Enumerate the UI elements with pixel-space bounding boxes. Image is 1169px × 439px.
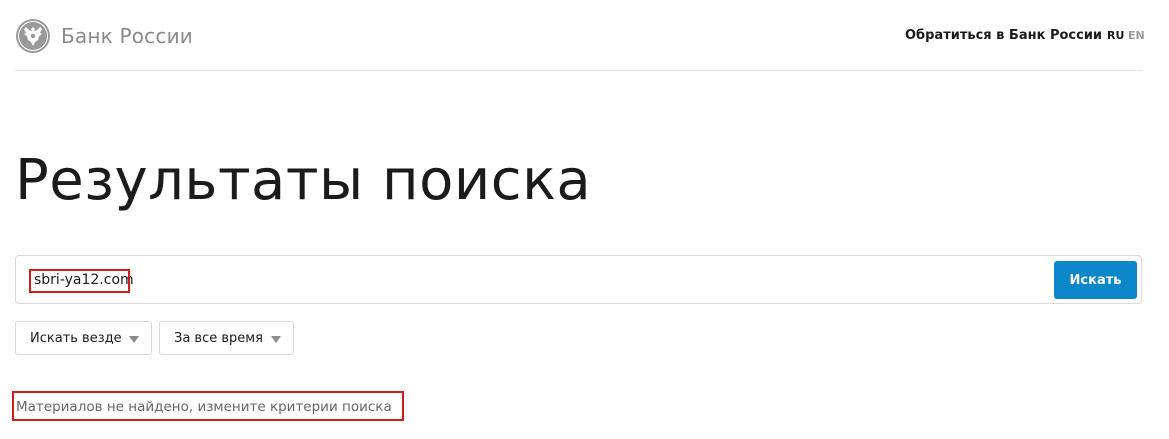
scope-filter-label: Искать везде bbox=[30, 330, 122, 346]
logo-text: Банк России bbox=[61, 24, 193, 48]
no-results-highlight bbox=[12, 391, 404, 421]
lang-ru[interactable]: RU bbox=[1107, 29, 1124, 42]
search-box bbox=[15, 255, 1142, 304]
logo[interactable]: Банк России bbox=[15, 18, 193, 54]
page-title: Результаты поиска bbox=[15, 148, 592, 213]
contact-bank-link[interactable]: Обратиться в Банк России bbox=[905, 28, 1102, 43]
scope-filter-select[interactable]: Искать везде bbox=[15, 321, 152, 355]
chevron-down-icon bbox=[129, 336, 139, 343]
search-button[interactable]: Искать bbox=[1054, 261, 1137, 299]
site-header: Банк России Обратиться в Банк России RU … bbox=[0, 0, 1169, 71]
period-filter-select[interactable]: За все время bbox=[159, 321, 294, 355]
chevron-down-icon bbox=[271, 336, 281, 343]
lang-en[interactable]: EN bbox=[1128, 29, 1145, 42]
double-headed-eagle-icon bbox=[16, 19, 50, 53]
search-value-highlight bbox=[29, 269, 130, 293]
header-divider bbox=[15, 70, 1143, 71]
period-filter-label: За все время bbox=[174, 330, 263, 346]
page: Банк России Обратиться в Банк России RU … bbox=[0, 0, 1169, 439]
search-input[interactable] bbox=[34, 269, 834, 291]
